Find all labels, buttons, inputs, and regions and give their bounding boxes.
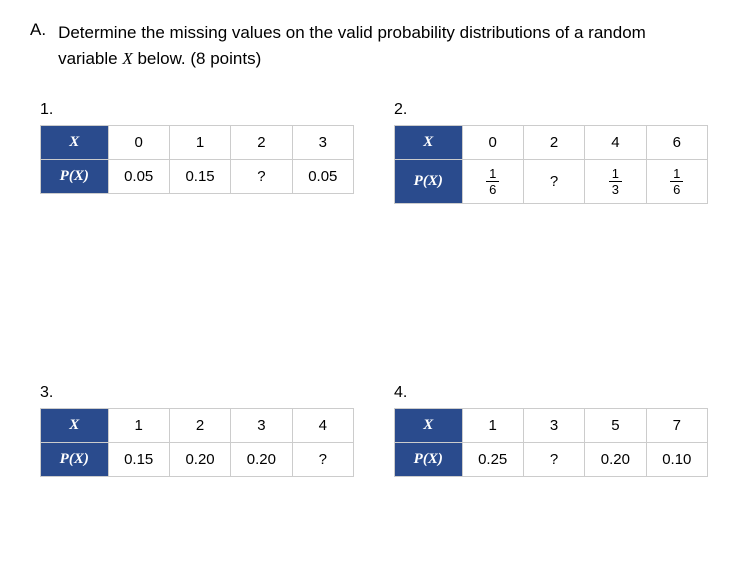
- table-row: P(X) 0.05 0.15 ? 0.05: [41, 160, 354, 194]
- question-header: A. Determine the missing values on the v…: [30, 20, 708, 71]
- x-value: 1: [462, 409, 523, 443]
- x-value: 2: [169, 409, 230, 443]
- p-value: 0.05: [108, 160, 169, 194]
- table-block-1: 1. X 0 1 2 3 P(X) 0.05 0.15 ? 0.05: [40, 101, 354, 204]
- table-row: X 0 2 4 6: [395, 126, 708, 160]
- tables-grid: 1. X 0 1 2 3 P(X) 0.05 0.15 ? 0.05 2. X: [30, 101, 708, 477]
- table-block-3: 3. X 1 2 3 4 P(X) 0.15 0.20 0.20 ?: [40, 384, 354, 477]
- x-value: 5: [585, 409, 646, 443]
- row-header-px: P(X): [41, 160, 109, 194]
- question-text: Determine the missing values on the vali…: [58, 20, 708, 71]
- table-number: 1.: [40, 101, 354, 119]
- row-header-px: P(X): [41, 443, 109, 477]
- table-row: X 1 2 3 4: [41, 409, 354, 443]
- row-header-x: X: [41, 409, 109, 443]
- table-row: P(X) 1 6 ? 1 3 1 6: [395, 160, 708, 204]
- p-value: 0.25: [462, 443, 523, 477]
- table-row: X 1 3 5 7: [395, 409, 708, 443]
- table-number: 2.: [394, 101, 708, 119]
- fraction: 1 6: [670, 167, 683, 196]
- p-value-missing: ?: [523, 443, 584, 477]
- table-number: 4.: [394, 384, 708, 402]
- fraction-denominator: 6: [670, 182, 683, 196]
- p-value: 0.20: [585, 443, 646, 477]
- x-value: 4: [292, 409, 353, 443]
- fraction: 1 3: [609, 167, 622, 196]
- table-row: P(X) 0.25 ? 0.20 0.10: [395, 443, 708, 477]
- fraction-numerator: 1: [670, 167, 683, 182]
- x-value: 6: [646, 126, 707, 160]
- probability-table-1: X 0 1 2 3 P(X) 0.05 0.15 ? 0.05: [40, 125, 354, 194]
- p-value: 0.20: [169, 443, 230, 477]
- x-value: 4: [585, 126, 646, 160]
- p-value: 0.15: [169, 160, 230, 194]
- x-value: 7: [646, 409, 707, 443]
- x-value: 3: [292, 126, 353, 160]
- p-value: 0.10: [646, 443, 707, 477]
- p-value-missing: ?: [231, 160, 292, 194]
- x-value: 0: [462, 126, 523, 160]
- p-value: 0.05: [292, 160, 353, 194]
- x-value: 1: [169, 126, 230, 160]
- row-header-px: P(X): [395, 443, 463, 477]
- fraction-numerator: 1: [486, 167, 499, 182]
- question-letter: A.: [30, 20, 46, 40]
- probability-table-3: X 1 2 3 4 P(X) 0.15 0.20 0.20 ?: [40, 408, 354, 477]
- p-value: 0.20: [231, 443, 292, 477]
- question-variable: X: [122, 49, 132, 68]
- fraction-numerator: 1: [609, 167, 622, 182]
- x-value: 2: [523, 126, 584, 160]
- row-header-px: P(X): [395, 160, 463, 204]
- probability-table-2: X 0 2 4 6 P(X) 1 6 ? 1 3: [394, 125, 708, 204]
- row-header-x: X: [41, 126, 109, 160]
- table-row: X 0 1 2 3: [41, 126, 354, 160]
- x-value: 2: [231, 126, 292, 160]
- question-text-part2: below. (8 points): [133, 49, 262, 68]
- p-value: 1 6: [462, 160, 523, 204]
- row-header-x: X: [395, 126, 463, 160]
- fraction: 1 6: [486, 167, 499, 196]
- table-number: 3.: [40, 384, 354, 402]
- p-value: 0.15: [108, 443, 169, 477]
- p-value: 1 6: [646, 160, 707, 204]
- p-value-missing: ?: [292, 443, 353, 477]
- table-row: P(X) 0.15 0.20 0.20 ?: [41, 443, 354, 477]
- table-block-4: 4. X 1 3 5 7 P(X) 0.25 ? 0.20 0.10: [394, 384, 708, 477]
- row-header-x: X: [395, 409, 463, 443]
- probability-table-4: X 1 3 5 7 P(X) 0.25 ? 0.20 0.10: [394, 408, 708, 477]
- table-block-2: 2. X 0 2 4 6 P(X) 1 6 ?: [394, 101, 708, 204]
- x-value: 0: [108, 126, 169, 160]
- x-value: 3: [523, 409, 584, 443]
- p-value: 1 3: [585, 160, 646, 204]
- x-value: 3: [231, 409, 292, 443]
- x-value: 1: [108, 409, 169, 443]
- fraction-denominator: 3: [609, 182, 622, 196]
- fraction-denominator: 6: [486, 182, 499, 196]
- p-value-missing: ?: [523, 160, 584, 204]
